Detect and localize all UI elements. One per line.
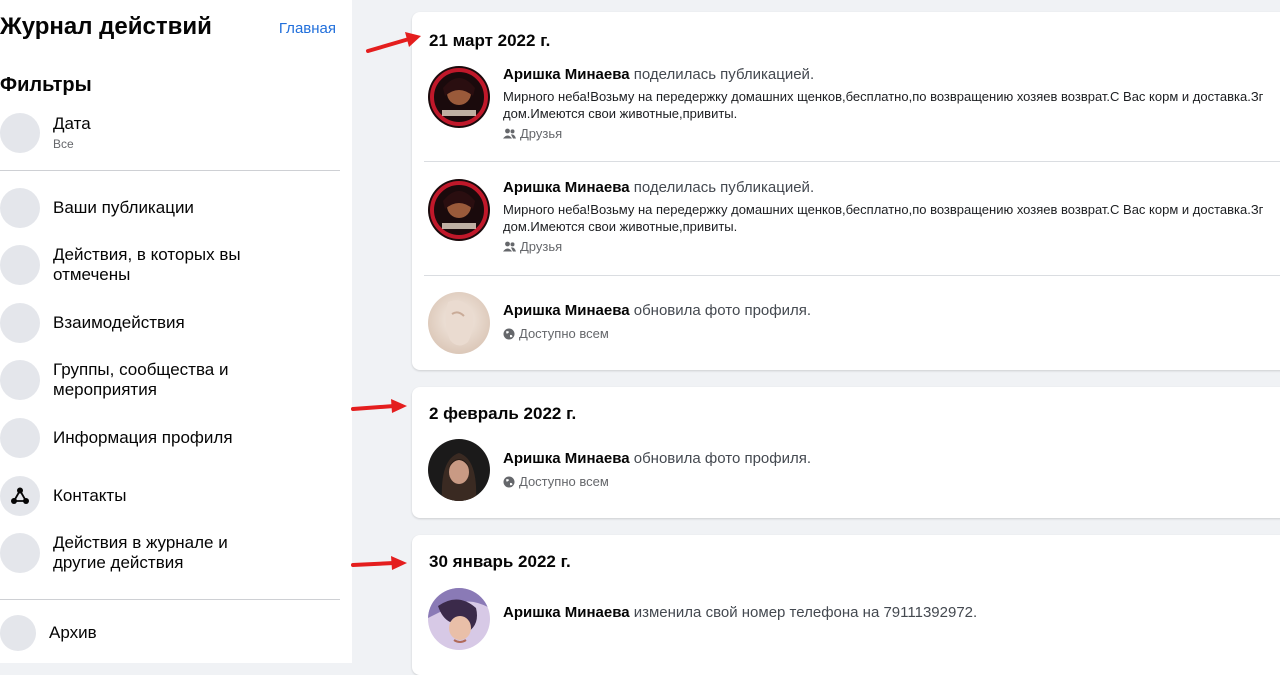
filter-tagged[interactable]: Действия, в которых вы отмечены xyxy=(0,245,340,285)
post-preview-line: дом.Имеются свои животные,привиты. xyxy=(503,219,738,234)
filter-date[interactable]: Дата Все xyxy=(0,113,340,153)
audience-label: Друзья xyxy=(520,126,563,141)
filter-log-actions-icon xyxy=(0,533,40,573)
audience: Друзья xyxy=(503,126,562,141)
globe-icon xyxy=(503,328,515,339)
filter-interactions-label: Взаимодействия xyxy=(53,313,185,332)
annotation-arrow xyxy=(351,556,407,570)
divider xyxy=(424,161,1280,162)
audience: Доступно всем xyxy=(503,474,609,489)
post-preview-line: Мирного неба!Возьму на передержку домашн… xyxy=(503,89,1264,104)
card-date: 2 февраль 2022 г. xyxy=(429,404,577,423)
action-text: изменила свой номер телефона на 79111392… xyxy=(633,604,978,621)
avatar[interactable] xyxy=(428,588,490,650)
activity-entry[interactable]: Аришка Минаева поделилась публикацией. М… xyxy=(428,66,1280,141)
filter-profile-info-label: Информация профиля xyxy=(53,428,233,447)
action-text: поделилась публикацией. xyxy=(633,66,815,83)
activity-card: 2 февраль 2022 г. Аришка Минаева обновил… xyxy=(412,387,1280,518)
filter-date-icon xyxy=(0,113,40,153)
activity-entry[interactable]: Аришка Минаева обновила фото профиля. До… xyxy=(428,439,1280,509)
author-name[interactable]: Аришка Минаева xyxy=(503,179,630,196)
friends-icon xyxy=(503,241,516,252)
avatar[interactable] xyxy=(428,66,490,128)
annotation-arrow xyxy=(351,399,407,413)
audience-label: Доступно всем xyxy=(519,474,609,489)
filter-profile-info[interactable]: Информация профиля xyxy=(0,418,340,458)
action-text: поделилась публикацией. xyxy=(633,179,815,196)
audience-label: Друзья xyxy=(520,239,563,254)
home-link[interactable]: Главная xyxy=(279,20,336,37)
post-preview-line: дом.Имеются свои животные,привиты. xyxy=(503,106,738,121)
post-preview: Мирного неба!Возьму на передержку домашн… xyxy=(503,88,1280,122)
card-date: 21 март 2022 г. xyxy=(429,31,551,50)
friends-icon xyxy=(503,128,516,139)
filter-groups[interactable]: Группы, сообщества и мероприятия xyxy=(0,360,340,400)
audience-label: Доступно всем xyxy=(519,326,609,341)
filter-archive[interactable]: Архив xyxy=(0,615,340,651)
activity-entry[interactable]: Аришка Минаева изменила свой номер телеф… xyxy=(428,588,1280,658)
filter-your-posts-label: Ваши публикации xyxy=(53,198,194,217)
contacts-icon xyxy=(0,476,40,516)
filter-log-actions[interactable]: Действия в журнале и другие действия xyxy=(0,533,340,573)
avatar[interactable] xyxy=(428,439,490,501)
author-name[interactable]: Аришка Минаева xyxy=(503,604,630,621)
audience: Доступно всем xyxy=(503,326,609,341)
archive-icon xyxy=(0,615,36,651)
page-title: Журнал действий xyxy=(0,13,212,40)
top-gap xyxy=(352,0,1280,10)
author-name[interactable]: Аришка Минаева xyxy=(503,450,630,467)
filter-interactions[interactable]: Взаимодействия xyxy=(0,303,340,343)
divider xyxy=(0,599,340,600)
filter-contacts[interactable]: Контакты xyxy=(0,476,340,516)
filter-groups-label: Группы, сообщества и мероприятия xyxy=(53,360,229,399)
card-date: 30 январь 2022 г. xyxy=(429,552,571,571)
action-text: обновила фото профиля. xyxy=(633,302,812,319)
activity-card: 30 январь 2022 г. Аришка Минаева изменил… xyxy=(412,535,1280,675)
entry-text: Аришка Минаева изменила свой номер телеф… xyxy=(503,604,977,621)
entry-text: Аришка Минаева поделилась публикацией. xyxy=(503,66,814,83)
sidebar: Журнал действий Главная Фильтры Дата Все… xyxy=(0,0,352,663)
entry-text: Аришка Минаева обновила фото профиля. xyxy=(503,450,811,467)
activity-entry[interactable]: Аришка Минаева поделилась публикацией. М… xyxy=(428,179,1280,254)
filter-tagged-icon xyxy=(0,245,40,285)
filter-your-posts[interactable]: Ваши публикации xyxy=(0,188,340,228)
activity-entry[interactable]: Аришка Минаева обновила фото профиля. До… xyxy=(428,292,1280,362)
filter-interactions-icon xyxy=(0,303,40,343)
divider xyxy=(424,275,1280,276)
author-name[interactable]: Аришка Минаева xyxy=(503,302,630,319)
annotation-arrow xyxy=(366,32,421,53)
filter-your-posts-icon xyxy=(0,188,40,228)
activity-card: 21 март 2022 г. Аришка Минаева поделилас… xyxy=(412,12,1280,370)
entry-text: Аришка Минаева поделилась публикацией. xyxy=(503,179,814,196)
filter-contacts-label: Контакты xyxy=(53,486,127,505)
author-name[interactable]: Аришка Минаева xyxy=(503,66,630,83)
filter-profile-info-icon xyxy=(0,418,40,458)
post-preview-line: Мирного неба!Возьму на передержку домашн… xyxy=(503,202,1264,217)
globe-icon xyxy=(503,476,515,487)
divider xyxy=(0,170,340,171)
avatar[interactable] xyxy=(428,179,490,241)
entry-text: Аришка Минаева обновила фото профиля. xyxy=(503,302,811,319)
filter-log-actions-label: Действия в журнале и другие действия xyxy=(53,533,228,572)
avatar[interactable] xyxy=(428,292,490,354)
filters-heading: Фильтры xyxy=(0,74,92,96)
filter-tagged-label: Действия, в которых вы отмечены xyxy=(53,245,241,284)
filter-date-value: Все xyxy=(53,137,74,151)
action-text: обновила фото профиля. xyxy=(633,450,812,467)
audience: Друзья xyxy=(503,239,562,254)
filter-archive-label: Архив xyxy=(49,623,97,642)
post-preview: Мирного неба!Возьму на передержку домашн… xyxy=(503,201,1280,235)
filter-groups-icon xyxy=(0,360,40,400)
filter-date-label: Дата xyxy=(53,114,91,133)
